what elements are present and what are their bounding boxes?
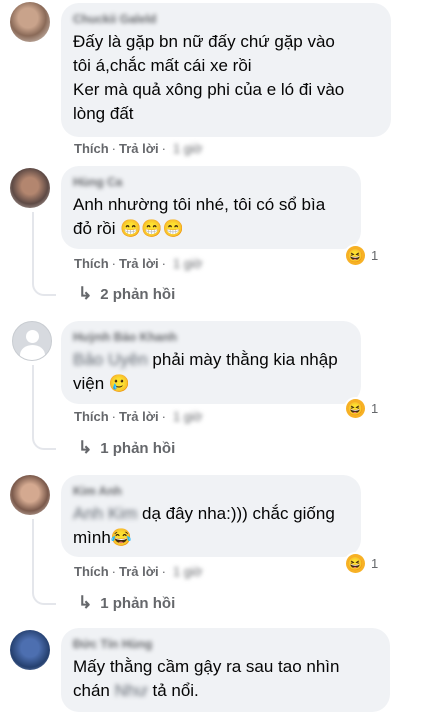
- thread-line: [32, 365, 56, 450]
- comment-text: Anh nhường tôi nhé, tôi có sổ bìa đỏ rồi…: [73, 195, 326, 238]
- avatar[interactable]: [10, 475, 50, 515]
- reply-arrow-icon: ↳: [78, 438, 93, 457]
- reaction-count[interactable]: 😆 1: [346, 244, 378, 266]
- comment-author[interactable]: Đức Tín Hùng: [73, 636, 378, 653]
- reply-link[interactable]: Trả lời: [119, 409, 159, 424]
- default-avatar-body: [20, 345, 45, 360]
- comment-bubble: Hùng Ca Anh nhường tôi nhé, tôi có sổ bì…: [61, 166, 361, 249]
- reaction-count[interactable]: 😆 1: [346, 552, 378, 574]
- view-replies-button[interactable]: ↳ 1 phản hồi: [78, 438, 175, 458]
- default-avatar-head: [26, 330, 39, 343]
- comment-actions: Thích · Trả lời · 1 giờ: [74, 409, 203, 424]
- reply-link[interactable]: Trả lời: [119, 256, 159, 271]
- haha-reaction-icon: 😆: [346, 553, 365, 573]
- avatar[interactable]: [10, 630, 50, 670]
- reply-link[interactable]: Trả lời: [119, 564, 159, 579]
- comment-bubble: Chuckii Galeld Đấy là gặp bn nữ đấy chứ …: [61, 3, 391, 137]
- comment-author[interactable]: Huỳnh Bảo Khanh: [73, 329, 349, 346]
- comment-actions: Thích · Trả lời · 1 giờ: [74, 256, 203, 271]
- mention-link[interactable]: Anh Kim: [73, 504, 137, 523]
- comment-text: Đấy là gặp bn nữ đấy chứ gặp vào tôi á,c…: [73, 32, 345, 123]
- reply-arrow-icon: ↳: [78, 284, 93, 303]
- avatar[interactable]: [12, 321, 52, 361]
- comment-time[interactable]: 1 giờ: [173, 141, 203, 156]
- comment-author[interactable]: Kim Anh: [73, 483, 349, 500]
- haha-reaction-icon: 😆: [346, 398, 365, 418]
- comment-text: Anh Kim dạ đây nha:))) chắc giống mình😂: [73, 504, 335, 547]
- like-link[interactable]: Thích: [74, 564, 109, 579]
- comment-time[interactable]: 1 giờ: [173, 409, 203, 424]
- like-link[interactable]: Thích: [74, 409, 109, 424]
- mention-link[interactable]: Bảo Uyên: [73, 350, 148, 369]
- comment-author[interactable]: Chuckii Galeld: [73, 11, 379, 28]
- haha-reaction-icon: 😆: [346, 245, 365, 265]
- comment-bubble: Đức Tín Hùng Mấy thằng cầm gậy ra sau ta…: [61, 628, 390, 712]
- comment-actions: Thích · Trả lời · 1 giờ: [74, 141, 203, 156]
- comment-time[interactable]: 1 giờ: [173, 256, 203, 271]
- like-link[interactable]: Thích: [74, 256, 109, 271]
- like-link[interactable]: Thích: [74, 141, 109, 156]
- view-replies-button[interactable]: ↳ 2 phản hồi: [78, 284, 175, 304]
- comment-time[interactable]: 1 giờ: [173, 564, 203, 579]
- thread-line: [32, 519, 56, 605]
- view-replies-button[interactable]: ↳ 1 phản hồi: [78, 593, 175, 613]
- comment-actions: Thích · Trả lời · 1 giờ: [74, 564, 203, 579]
- reaction-count[interactable]: 😆 1: [346, 397, 378, 419]
- comment-text: Bảo Uyên phải mày thằng kia nhập viện 🥲: [73, 350, 338, 393]
- avatar[interactable]: [10, 2, 50, 42]
- reply-link[interactable]: Trả lời: [119, 141, 159, 156]
- comment-text: Mấy thằng cầm gậy ra sau tao nhìn chán N…: [73, 657, 340, 700]
- avatar[interactable]: [10, 168, 50, 208]
- comment-bubble: Kim Anh Anh Kim dạ đây nha:))) chắc giốn…: [61, 475, 361, 557]
- thread-line: [32, 212, 56, 296]
- comment-bubble: Huỳnh Bảo Khanh Bảo Uyên phải mày thằng …: [61, 321, 361, 404]
- mention-link[interactable]: Như: [115, 681, 148, 700]
- reply-arrow-icon: ↳: [78, 593, 93, 612]
- comment-author[interactable]: Hùng Ca: [73, 174, 349, 191]
